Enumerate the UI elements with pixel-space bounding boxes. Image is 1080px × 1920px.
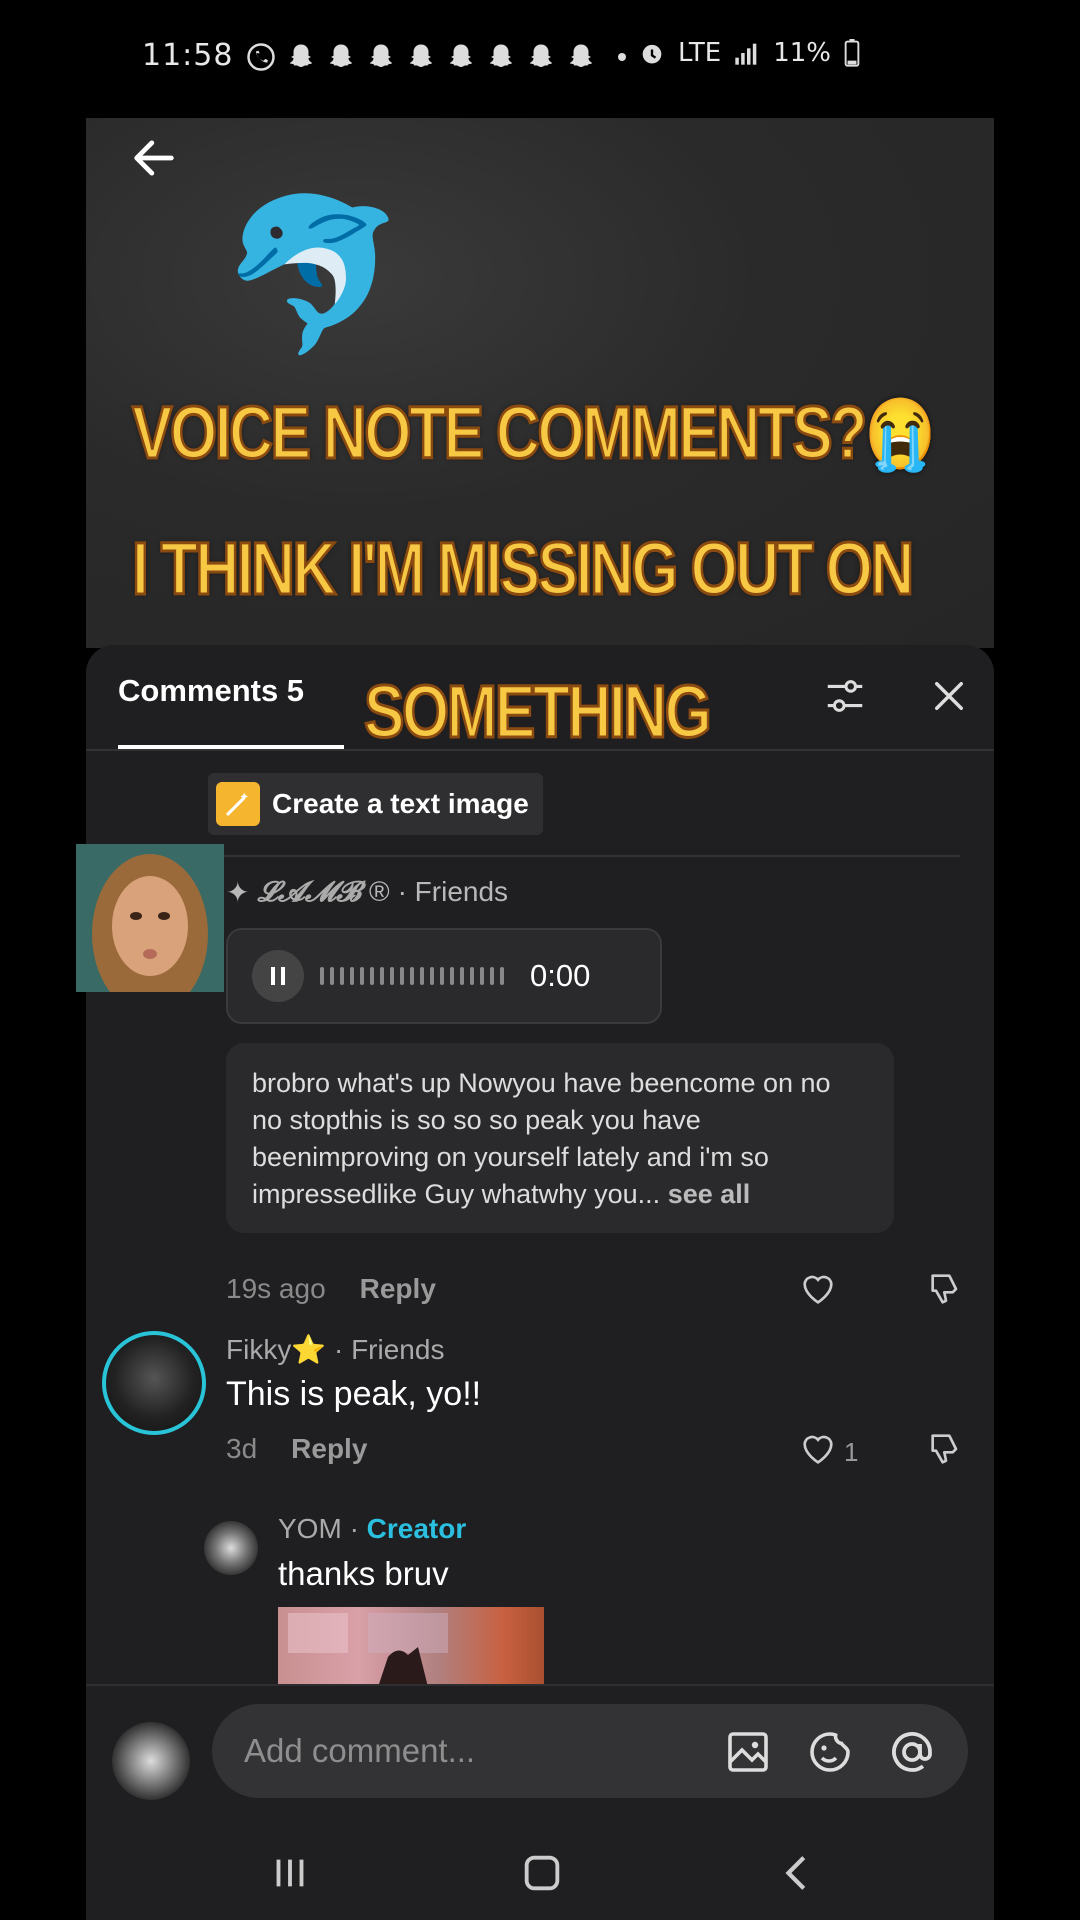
- comment-age: 3d: [226, 1433, 258, 1464]
- video-preview[interactable]: 🐬 VOICE NOTE COMMENTS?😭 I THINK I'M MISS…: [86, 118, 994, 648]
- video-caption-line2: I THINK I'M MISSING OUT ON: [131, 526, 916, 612]
- like-count: 1: [844, 1437, 859, 1467]
- comment-text: This is peak, yo!!: [226, 1375, 482, 1413]
- crying-emoji: 😭: [864, 395, 936, 473]
- face-photo: [76, 844, 224, 992]
- creator-badge: Creator: [366, 1513, 467, 1544]
- video-caption-line3: SOMETHING: [363, 669, 713, 755]
- comments-header: Comments 5 SOMETHING: [86, 645, 994, 755]
- see-all-link[interactable]: see all: [668, 1179, 751, 1209]
- snapchat-icon: [329, 44, 353, 67]
- snapchat-icon: [409, 44, 433, 67]
- reply-button[interactable]: Reply: [291, 1433, 367, 1465]
- dislike-icon[interactable]: [926, 1269, 966, 1309]
- comment-author-row: YOM · Creator: [278, 1513, 466, 1545]
- avatar[interactable]: [112, 1722, 190, 1800]
- pause-button[interactable]: [252, 950, 304, 1002]
- system-status: LTE 11%: [638, 38, 861, 68]
- sparkle-icon: ✦: [226, 876, 250, 908]
- snapchat-icon: [569, 44, 593, 67]
- voice-transcript: brobro what's up Nowyou have beencome on…: [226, 1043, 894, 1233]
- voice-note-time: 0:00: [530, 958, 591, 993]
- comment-age: 19s ago: [226, 1273, 326, 1304]
- image-icon[interactable]: [724, 1728, 772, 1776]
- filter-sliders-icon[interactable]: [822, 673, 868, 719]
- snapchat-icon: [369, 44, 393, 67]
- separator-dot: ·: [349, 1513, 359, 1544]
- avatar[interactable]: [102, 1331, 206, 1435]
- dislike-icon[interactable]: [926, 1429, 966, 1469]
- status-time: 11:58: [142, 38, 234, 73]
- comment-input-bar: [86, 1684, 994, 1822]
- comment-author[interactable]: 𝓛𝓐𝓜𝓑: [257, 875, 360, 909]
- heart-icon[interactable]: [798, 1269, 838, 1309]
- sticker-icon[interactable]: [806, 1728, 854, 1776]
- notification-icons: [246, 42, 626, 72]
- caption-text: VOICE NOTE COMMENTS?: [131, 390, 869, 476]
- tab-comments[interactable]: Comments 5: [118, 673, 304, 709]
- add-comment-input[interactable]: [212, 1704, 968, 1798]
- thumbnail-graphic: [288, 1613, 448, 1687]
- snapchat-icon: [449, 44, 473, 67]
- back-arrow-icon[interactable]: [128, 132, 180, 184]
- battery-icon: [844, 39, 860, 67]
- tab-underline: [118, 745, 344, 749]
- comment-meta: 3d Reply: [226, 1433, 367, 1465]
- voice-note-player[interactable]: 0:00: [226, 928, 662, 1024]
- create-text-image-label: Create a text image: [272, 788, 529, 819]
- snapchat-icon: [289, 44, 313, 67]
- comment-author[interactable]: YOM: [278, 1513, 342, 1544]
- comment-author-row: Fikky⭐ · Friends: [226, 1333, 444, 1366]
- relation-label: · Friends: [333, 1334, 445, 1365]
- signal-icon: [735, 43, 757, 65]
- recent-apps-icon[interactable]: [266, 1850, 314, 1896]
- mention-icon[interactable]: [888, 1728, 936, 1776]
- heart-icon[interactable]: [798, 1429, 838, 1469]
- whatsapp-icon: [247, 43, 275, 71]
- more-notifications-dot: [618, 53, 626, 61]
- comment-author-row: ✦ 𝓛𝓐𝓜𝓑 ® · Friends: [226, 875, 508, 909]
- comment-text: thanks bruv: [278, 1555, 449, 1592]
- magic-wand-icon: [216, 782, 260, 826]
- comment-image-thumbnail[interactable]: [278, 1607, 544, 1687]
- dolphin-emoji: 🐬: [220, 188, 407, 362]
- divider: [208, 855, 960, 857]
- status-bar: 11:58 LTE 11%: [0, 0, 1080, 118]
- video-caption-line1: VOICE NOTE COMMENTS?😭: [131, 390, 937, 476]
- comment-author[interactable]: Fikky⭐: [226, 1334, 326, 1365]
- alarm-icon: [642, 44, 662, 64]
- home-icon[interactable]: [518, 1850, 566, 1896]
- relation-label: · Friends: [397, 876, 509, 907]
- close-icon[interactable]: [928, 675, 970, 717]
- system-nav-bar: [86, 1822, 994, 1920]
- create-text-image-button[interactable]: Create a text image: [208, 773, 543, 835]
- snapchat-icon: [529, 44, 553, 67]
- comments-sheet: Comments 5 SOMETHING Create a text image…: [86, 645, 994, 1822]
- avatar[interactable]: [76, 844, 224, 992]
- avatar[interactable]: [204, 1521, 258, 1575]
- voice-waveform: [320, 967, 504, 985]
- back-nav-icon[interactable]: [774, 1850, 822, 1896]
- comment-meta: 19s ago Reply: [226, 1273, 436, 1305]
- battery-percent: 11%: [773, 38, 832, 68]
- registered-mark: ®: [368, 876, 390, 907]
- pause-icon: [271, 967, 285, 985]
- network-label: LTE: [678, 38, 722, 68]
- snapchat-icon: [489, 44, 513, 67]
- reply-button[interactable]: Reply: [360, 1273, 436, 1305]
